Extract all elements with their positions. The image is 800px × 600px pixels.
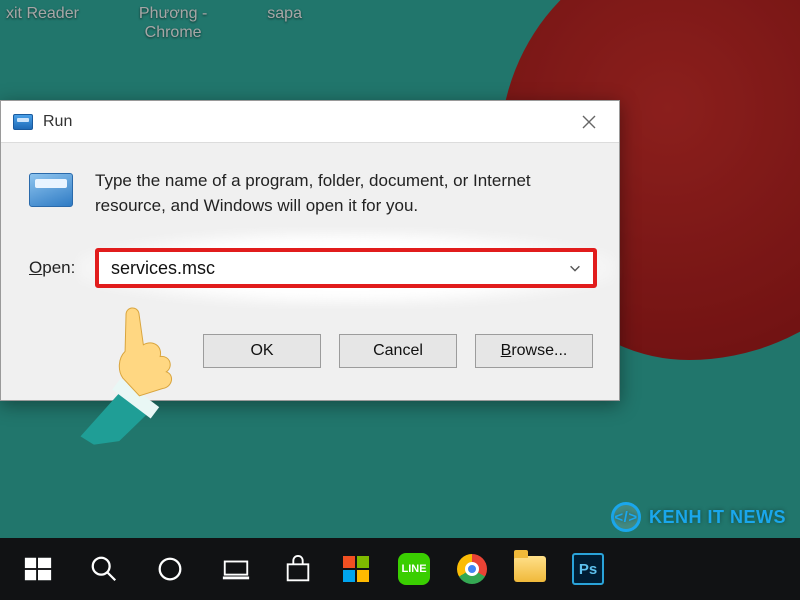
chrome-icon bbox=[457, 554, 487, 584]
run-description: Type the name of a program, folder, docu… bbox=[95, 169, 597, 218]
watermark: </> KENH IT NEWS bbox=[611, 502, 786, 532]
taskbar: LINE Ps bbox=[0, 538, 800, 600]
photoshop-button[interactable]: Ps bbox=[562, 538, 614, 600]
browse-button[interactable]: Browse... bbox=[475, 334, 593, 368]
close-icon bbox=[581, 114, 597, 130]
task-view-button[interactable] bbox=[206, 538, 266, 600]
watermark-logo-icon: </> bbox=[611, 502, 641, 532]
run-title: Run bbox=[43, 113, 72, 131]
cortana-button[interactable] bbox=[140, 538, 200, 600]
highlight-glow bbox=[95, 248, 597, 288]
run-app-icon bbox=[13, 114, 33, 130]
open-input[interactable] bbox=[99, 258, 557, 279]
run-dialog: Run Type the name of a program, folder, … bbox=[0, 100, 620, 401]
store-button[interactable] bbox=[272, 538, 324, 600]
ok-button[interactable]: OK bbox=[203, 334, 321, 368]
photoshop-icon: Ps bbox=[572, 553, 604, 585]
folder-icon bbox=[514, 556, 546, 582]
run-titlebar[interactable]: Run bbox=[1, 101, 619, 143]
store-icon bbox=[283, 554, 313, 584]
cancel-button[interactable]: Cancel bbox=[339, 334, 457, 368]
cortana-icon bbox=[155, 554, 185, 584]
line-icon: LINE bbox=[398, 553, 430, 585]
chevron-down-icon bbox=[568, 261, 582, 275]
task-view-icon bbox=[221, 554, 251, 584]
microsoft-tiles-icon bbox=[343, 556, 369, 582]
taskbar-search-button[interactable] bbox=[74, 538, 134, 600]
microsoft-tiles-button[interactable] bbox=[330, 538, 382, 600]
windows-start-icon bbox=[23, 554, 53, 584]
chrome-button[interactable] bbox=[446, 538, 498, 600]
close-button[interactable] bbox=[567, 106, 611, 138]
start-button[interactable] bbox=[8, 538, 68, 600]
search-icon bbox=[89, 554, 119, 584]
open-combobox[interactable] bbox=[95, 248, 597, 288]
watermark-text: KENH IT NEWS bbox=[649, 507, 786, 528]
combobox-dropdown-button[interactable] bbox=[557, 252, 593, 284]
line-app-button[interactable]: LINE bbox=[388, 538, 440, 600]
run-program-icon bbox=[29, 173, 73, 207]
file-explorer-button[interactable] bbox=[504, 538, 556, 600]
